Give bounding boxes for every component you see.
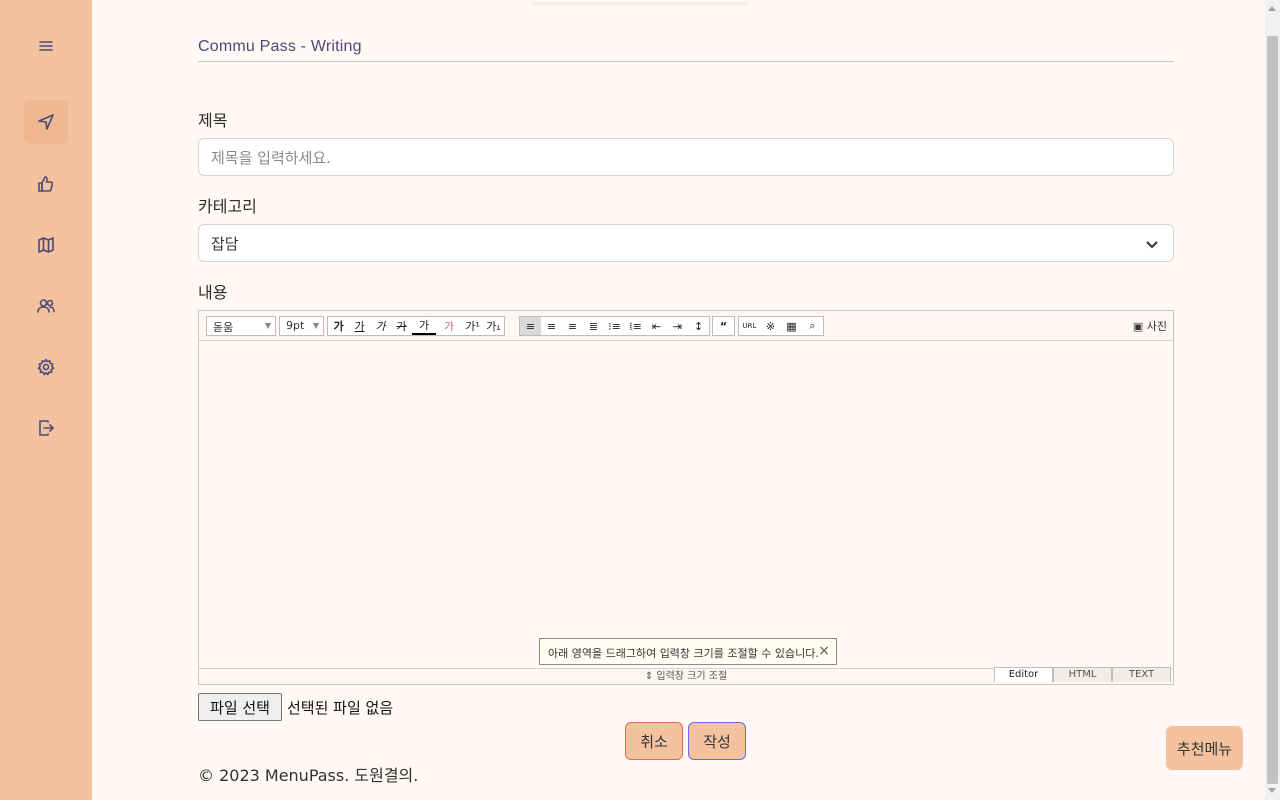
menu-toggle-button[interactable] — [24, 24, 68, 68]
highlight-color-button[interactable]: 가 — [436, 317, 462, 335]
users-icon — [37, 299, 55, 313]
content-label: 내용 — [198, 283, 228, 302]
rich-text-editor: 돋움 ▼ 9pt ▼ 가 가 가 가 가 가 가¹ 가₁ ≡ ≡ ≡ ≣ ⁝≡ — [198, 310, 1174, 685]
title-label: 제목 — [198, 111, 228, 130]
font-family-arrow-icon: ▼ — [264, 321, 271, 330]
align-justify-button[interactable]: ≣ — [583, 317, 604, 335]
outdent-button[interactable]: ⇤ — [646, 317, 667, 335]
photo-label: 사진 — [1146, 320, 1167, 333]
underline-button[interactable]: 가 — [349, 317, 370, 335]
close-icon[interactable]: × — [818, 643, 830, 659]
align-left-button[interactable]: ≡ — [520, 317, 541, 335]
quote-group: “ — [712, 316, 735, 336]
category-select[interactable]: 잡담 — [198, 224, 1174, 262]
sidebar-item-recommend[interactable] — [24, 162, 68, 206]
scrollbar[interactable] — [1265, 0, 1280, 800]
sidebar-item-map[interactable] — [24, 223, 68, 267]
find-replace-button[interactable]: ⌕ — [802, 317, 823, 335]
bold-button[interactable]: 가 — [328, 317, 349, 335]
category-selected-value: 잡담 — [211, 234, 239, 253]
footer-copyright: © 2023 MenuPass. 도원결의. — [198, 766, 419, 785]
font-size-arrow-icon: ▼ — [312, 321, 319, 330]
line-height-button[interactable]: ↕ — [688, 317, 709, 335]
sidebar-item-settings[interactable] — [24, 345, 68, 389]
font-family-select[interactable]: 돋움 ▼ — [206, 316, 276, 336]
scroll-thumb[interactable] — [1267, 36, 1278, 784]
submit-button[interactable]: 작성 — [688, 722, 746, 760]
editor-content-area[interactable] — [199, 342, 1173, 668]
title-input[interactable]: 제목을 입력하세요. — [198, 138, 1174, 176]
resize-tooltip-text: 아래 영역을 드래그하여 입력창 크기를 조절할 수 있습니다. — [548, 647, 819, 660]
sidebar-item-logout[interactable] — [24, 406, 68, 450]
special-char-button[interactable]: ※ — [760, 317, 781, 335]
scroll-up-icon[interactable] — [1268, 6, 1276, 11]
tab-editor[interactable]: Editor — [994, 667, 1053, 682]
sidebar-item-navigation[interactable] — [24, 100, 68, 144]
font-color-button[interactable]: 가 — [412, 317, 436, 335]
top-tab-shadow — [530, 0, 750, 2]
menu-icon — [39, 41, 53, 51]
resize-arrows-icon: ⇕ — [644, 671, 654, 682]
page-title: Commu Pass - Writing — [198, 38, 362, 55]
sidebar — [0, 0, 92, 800]
text-style-group: 가 가 가 가 가 가 가¹ 가₁ — [327, 316, 505, 336]
ordered-list-button[interactable]: ⁝≡ — [604, 317, 625, 335]
navigation-icon — [38, 114, 54, 130]
chevron-down-icon — [1145, 237, 1159, 251]
editor-mode-tabs: Editor HTML TEXT — [994, 667, 1171, 682]
tab-text[interactable]: TEXT — [1112, 667, 1171, 682]
insert-group: URL ※ ▦ ⌕ — [738, 316, 824, 336]
title-input-placeholder: 제목을 입력하세요. — [211, 148, 331, 167]
cancel-button[interactable]: 취소 — [625, 722, 683, 760]
category-label: 카테고리 — [198, 197, 257, 216]
superscript-button[interactable]: 가¹ — [462, 317, 483, 335]
photo-attach-button[interactable]: ▣ 사진 — [1133, 318, 1167, 334]
table-button[interactable]: ▦ — [781, 317, 802, 335]
tab-html[interactable]: HTML — [1053, 667, 1112, 682]
editor-toolbar: 돋움 ▼ 9pt ▼ 가 가 가 가 가 가 가¹ 가₁ ≡ ≡ ≡ ≣ ⁝≡ — [199, 311, 1173, 341]
scroll-down-icon[interactable] — [1268, 788, 1276, 793]
map-icon — [38, 237, 54, 253]
resize-tooltip: 아래 영역을 드래그하여 입력창 크기를 조절할 수 있습니다. × — [539, 638, 837, 665]
subscript-button[interactable]: 가₁ — [483, 317, 504, 335]
unordered-list-button[interactable]: ⁞≡ — [625, 317, 646, 335]
file-select-button[interactable]: 파일 선택 — [198, 693, 282, 721]
thumbs-up-icon — [38, 176, 54, 192]
indent-button[interactable]: ⇥ — [667, 317, 688, 335]
settings-icon — [37, 358, 55, 376]
file-status: 선택된 파일 없음 — [287, 699, 394, 717]
strikethrough-button[interactable]: 가 — [391, 317, 412, 335]
italic-button[interactable]: 가 — [370, 317, 391, 335]
font-size-select[interactable]: 9pt ▼ — [279, 316, 324, 336]
align-right-button[interactable]: ≡ — [562, 317, 583, 335]
recommend-menu-button[interactable]: 추천메뉴 — [1166, 726, 1243, 770]
link-button[interactable]: URL — [739, 317, 760, 335]
font-size-value: 9pt — [286, 319, 305, 332]
camera-icon: ▣ — [1132, 320, 1144, 333]
blockquote-button[interactable]: “ — [713, 317, 734, 335]
font-family-value: 돋움 — [213, 321, 234, 334]
logout-icon — [39, 420, 54, 436]
resize-label: 입력창 크기 조절 — [656, 671, 728, 682]
align-center-button[interactable]: ≡ — [541, 317, 562, 335]
sidebar-item-community[interactable] — [24, 284, 68, 328]
paragraph-group: ≡ ≡ ≡ ≣ ⁝≡ ⁞≡ ⇤ ⇥ ↕ — [519, 316, 710, 336]
title-divider — [198, 61, 1174, 62]
